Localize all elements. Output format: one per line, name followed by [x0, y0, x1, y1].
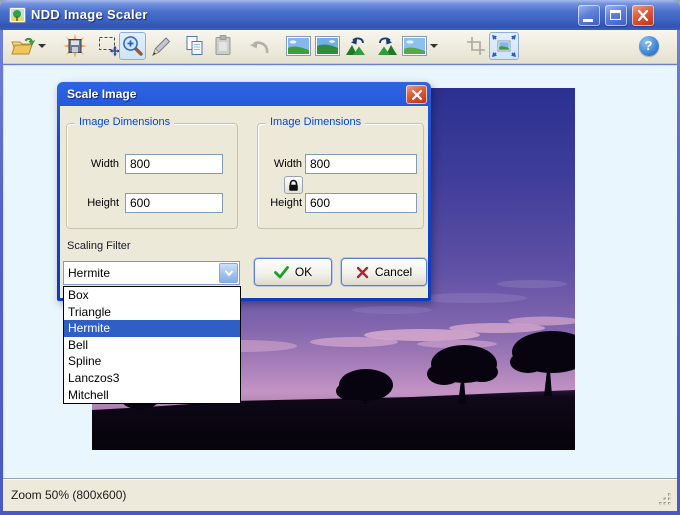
open-button[interactable] — [9, 32, 36, 60]
cancel-button-label: Cancel — [374, 265, 413, 279]
combobox-value: Hermite — [68, 266, 111, 280]
filter-option-hermite[interactable]: Hermite — [64, 320, 240, 337]
rotate-right-button[interactable] — [372, 32, 399, 60]
undo-button[interactable] — [245, 32, 272, 60]
filter-option-bell[interactable]: Bell — [64, 337, 240, 354]
original-height-input[interactable] — [125, 193, 223, 213]
image-options-button[interactable] — [401, 32, 428, 60]
resize-button[interactable] — [489, 32, 519, 60]
dialog-title: Scale Image — [67, 87, 137, 101]
maximize-icon — [610, 10, 621, 20]
chevron-down-icon — [224, 270, 233, 277]
lock-icon — [289, 179, 298, 191]
aspect-lock-button[interactable] — [284, 176, 303, 194]
application-window: NDD Image Scaler ? Scale Image Image Dim… — [0, 0, 680, 515]
original-width-input[interactable] — [125, 154, 223, 174]
rotate-left-button[interactable] — [343, 32, 370, 60]
title-bar[interactable]: NDD Image Scaler — [0, 0, 680, 30]
paste-button[interactable] — [209, 32, 236, 60]
rotate-left-icon — [345, 37, 365, 55]
filter-option-box[interactable]: Box — [64, 287, 240, 304]
group-legend: Image Dimensions — [75, 116, 175, 128]
ok-button[interactable]: OK — [254, 258, 332, 286]
check-icon — [273, 265, 289, 278]
open-dropdown-arrow[interactable] — [35, 32, 48, 60]
toolbar: ? — [3, 30, 677, 64]
image-view-button-1[interactable] — [285, 32, 312, 60]
dialog-body: Image Dimensions Width Height Image Dime… — [60, 106, 428, 298]
target-dimensions-group: Image Dimensions Width Height — [257, 116, 424, 229]
help-icon: ? — [638, 35, 659, 56]
filter-option-lanczos3[interactable]: Lanczos3 — [64, 370, 240, 387]
target-height-input[interactable] — [305, 193, 417, 213]
image-icon — [315, 36, 340, 56]
image-icon — [402, 36, 427, 56]
app-icon — [9, 7, 26, 23]
copy-button[interactable] — [181, 32, 208, 60]
pencil-icon — [151, 37, 170, 57]
width-label: Width — [90, 158, 119, 170]
original-dimensions-group: Image Dimensions Width Height — [66, 116, 238, 229]
image-icon — [286, 36, 311, 56]
scale-image-dialog: Scale Image Image Dimensions Width Heigh… — [57, 82, 431, 301]
magnifier-icon — [122, 36, 143, 56]
filter-option-triangle[interactable]: Triangle — [64, 304, 240, 321]
paste-icon — [215, 35, 230, 55]
height-label: Height — [87, 197, 119, 209]
minimize-icon — [583, 19, 593, 22]
help-button[interactable]: ? — [637, 34, 660, 57]
chevron-down-icon — [37, 44, 46, 48]
scaling-filter-dropdown-list: Box Triangle Hermite Bell Spline Lanczos… — [63, 286, 241, 405]
ok-button-label: OK — [294, 265, 313, 279]
image-view-button-2[interactable] — [314, 32, 341, 60]
filter-option-spline[interactable]: Spline — [64, 353, 240, 370]
save-icon — [62, 34, 87, 58]
open-folder-icon — [10, 37, 35, 55]
chevron-down-icon — [429, 44, 438, 48]
minimize-button[interactable] — [578, 5, 600, 26]
status-bar: Zoom 50% (800x600) — [3, 478, 677, 511]
pencil-tool-button[interactable] — [147, 32, 174, 60]
zoom-tool-button[interactable] — [119, 32, 146, 60]
close-button[interactable] — [632, 5, 654, 26]
undo-icon — [249, 41, 268, 54]
close-icon — [637, 9, 649, 22]
x-icon — [356, 266, 369, 278]
group-legend: Image Dimensions — [266, 116, 366, 128]
maximize-button[interactable] — [605, 5, 627, 26]
filter-option-mitchell[interactable]: Mitchell — [64, 387, 240, 404]
rotate-right-icon — [377, 37, 397, 55]
resize-image-icon — [492, 35, 516, 57]
crop-button[interactable] — [462, 32, 489, 60]
scaling-filter-label: Scaling Filter — [67, 240, 131, 252]
selection-icon — [98, 37, 120, 57]
target-width-input[interactable] — [305, 154, 417, 174]
resize-grip[interactable] — [658, 492, 672, 506]
height-label: Height — [270, 197, 302, 209]
scaling-filter-combobox[interactable]: Hermite — [63, 261, 240, 285]
combobox-dropdown-button[interactable] — [219, 263, 238, 283]
cancel-button[interactable]: Cancel — [341, 258, 427, 286]
copy-icon — [186, 36, 202, 55]
width-label: Width — [273, 158, 302, 170]
image-options-dropdown-arrow[interactable] — [427, 32, 440, 60]
crop-icon — [466, 37, 485, 55]
select-tool-button[interactable] — [95, 32, 122, 60]
save-button[interactable] — [61, 32, 88, 60]
dialog-title-bar[interactable]: Scale Image — [57, 82, 431, 106]
dialog-close-button[interactable] — [406, 85, 427, 104]
close-icon — [411, 89, 422, 100]
window-title: NDD Image Scaler — [31, 7, 148, 22]
zoom-status-text: Zoom 50% (800x600) — [11, 488, 127, 502]
